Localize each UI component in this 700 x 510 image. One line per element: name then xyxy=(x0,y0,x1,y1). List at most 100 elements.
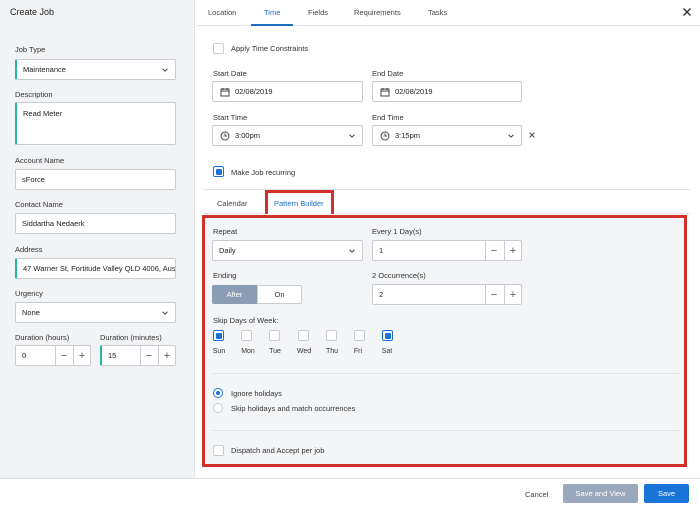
duration-minutes-stepper[interactable]: 15 − + xyxy=(100,345,176,366)
account-name-value: sForce xyxy=(22,175,45,184)
ignore-holidays-radio[interactable] xyxy=(213,388,223,398)
repeat-select[interactable]: Daily xyxy=(212,240,363,261)
ending-on-button[interactable]: On xyxy=(257,285,302,304)
job-details-panel: Create Job Job Type Maintenance Descript… xyxy=(0,0,195,478)
day-label-mon: Mon xyxy=(241,348,255,355)
end-time-select[interactable]: 3:15pm xyxy=(372,125,522,146)
skip-holidays-radio[interactable] xyxy=(213,403,223,413)
contact-name-input[interactable]: Siddartha Nedaerk xyxy=(15,213,176,234)
start-time-select[interactable]: 3:00pm xyxy=(212,125,363,146)
minus-button[interactable]: − xyxy=(485,241,502,260)
job-type-value: Maintenance xyxy=(23,65,66,74)
duration-hours-label: Duration (hours) xyxy=(15,333,70,342)
occurrences-value: 2 xyxy=(379,290,384,299)
duration-minutes-label: Duration (minutes) xyxy=(100,333,162,342)
subtab-pattern-builder[interactable]: Pattern Builder xyxy=(274,199,324,208)
start-date-value: 02/08/2019 xyxy=(235,87,273,96)
tab-time[interactable]: Time xyxy=(264,8,280,17)
minus-button[interactable]: − xyxy=(485,285,502,304)
section-divider xyxy=(212,430,680,431)
every-days-value: 1 xyxy=(379,246,384,255)
clock-icon xyxy=(380,131,390,141)
every-days-stepper[interactable]: 1 − + xyxy=(372,240,522,261)
end-date-label: End Date xyxy=(372,69,404,78)
plus-button[interactable]: + xyxy=(73,346,90,365)
address-input[interactable]: 47 Warner St, Fortitude Valley QLD 4006,… xyxy=(15,258,176,279)
occurrences-label: 2 Occurrence(s) xyxy=(372,271,426,280)
contact-name-label: Contact Name xyxy=(15,200,63,209)
start-time-label: Start Time xyxy=(213,113,248,122)
active-tab-indicator xyxy=(251,24,293,26)
urgency-value: None xyxy=(22,308,40,317)
skip-holidays-label: Skip holidays and match occurrences xyxy=(231,404,356,413)
skip-day-sat-checkbox[interactable] xyxy=(382,330,393,341)
dispatch-accept-checkbox[interactable] xyxy=(213,445,224,456)
job-type-select[interactable]: Maintenance xyxy=(15,59,176,80)
skip-day-mon-checkbox[interactable] xyxy=(241,330,252,341)
end-date-input[interactable]: 02/08/2019 xyxy=(372,81,522,102)
skip-day-tue-checkbox[interactable] xyxy=(269,330,280,341)
plus-button[interactable]: + xyxy=(504,241,521,260)
tab-fields[interactable]: Fields xyxy=(308,8,328,17)
chevron-down-icon xyxy=(162,311,168,315)
make-job-recurring-checkbox[interactable] xyxy=(213,166,224,177)
every-days-label: Every 1 Day(s) xyxy=(372,227,422,236)
duration-hours-value: 0 xyxy=(22,351,27,360)
tab-location[interactable]: Location xyxy=(208,8,236,17)
close-icon[interactable] xyxy=(682,7,692,17)
account-name-label: Account Name xyxy=(15,156,65,165)
contact-name-value: Siddartha Nedaerk xyxy=(22,219,85,228)
save-button[interactable]: Save xyxy=(644,484,689,503)
minus-button[interactable]: − xyxy=(55,346,72,365)
plus-button[interactable]: + xyxy=(158,346,175,365)
clock-icon xyxy=(220,131,230,141)
skip-day-thu-checkbox[interactable] xyxy=(326,330,337,341)
start-date-input[interactable]: 02/08/2019 xyxy=(212,81,363,102)
job-type-label: Job Type xyxy=(15,45,46,54)
apply-time-constraints-checkbox[interactable] xyxy=(213,43,224,54)
skip-day-fri-checkbox[interactable] xyxy=(354,330,365,341)
chevron-down-icon xyxy=(162,68,168,72)
cancel-button[interactable]: Cancel xyxy=(525,490,548,499)
day-label-tue: Tue xyxy=(269,348,281,355)
ending-after-button[interactable]: After xyxy=(212,285,257,304)
skip-day-sun-checkbox[interactable] xyxy=(213,330,224,341)
day-label-fri: Fri xyxy=(353,348,363,355)
duration-hours-stepper[interactable]: 0 − + xyxy=(15,345,91,366)
end-time-value: 3:15pm xyxy=(395,131,421,140)
skip-day-wed-checkbox[interactable] xyxy=(298,330,309,341)
tab-tasks[interactable]: Tasks xyxy=(428,8,447,17)
start-date-label: Start Date xyxy=(213,69,247,78)
description-textarea[interactable]: Read Meter xyxy=(15,102,176,145)
start-time-value: 3:00pm xyxy=(235,131,261,140)
minus-button[interactable]: − xyxy=(140,346,157,365)
calendar-icon xyxy=(380,88,390,97)
duration-minutes-value: 15 xyxy=(108,351,117,360)
repeat-label: Repeat xyxy=(213,227,238,236)
tab-requirements[interactable]: Requirements xyxy=(354,8,401,17)
clear-end-time-icon[interactable] xyxy=(528,131,536,139)
subtab-calendar[interactable]: Calendar xyxy=(217,199,247,208)
description-value: Read Meter xyxy=(23,109,63,118)
section-divider xyxy=(212,373,680,374)
skip-days-label: Skip Days of Week: xyxy=(213,316,279,325)
plus-button[interactable]: + xyxy=(504,285,521,304)
chevron-down-icon xyxy=(349,134,355,138)
save-and-view-button[interactable]: Save and View xyxy=(563,484,638,503)
day-label-wed: Wed xyxy=(296,348,312,355)
dialog-title: Create Job xyxy=(10,7,55,17)
day-label-sun: Sun xyxy=(212,348,226,355)
chevron-down-icon xyxy=(508,134,514,138)
chevron-down-icon xyxy=(349,249,355,253)
account-name-input[interactable]: sForce xyxy=(15,169,176,190)
ignore-holidays-label: Ignore holidays xyxy=(231,389,282,398)
occurrences-stepper[interactable]: 2 − + xyxy=(372,284,522,305)
end-time-label: End Time xyxy=(372,113,404,122)
ending-label: Ending xyxy=(213,271,237,280)
repeat-value: Daily xyxy=(219,246,236,255)
urgency-label: Urgency xyxy=(15,289,43,298)
dispatch-accept-label: Dispatch and Accept per job xyxy=(231,446,325,455)
urgency-select[interactable]: None xyxy=(15,302,176,323)
day-label-sat: Sat xyxy=(381,348,393,355)
footer-divider xyxy=(0,478,700,479)
